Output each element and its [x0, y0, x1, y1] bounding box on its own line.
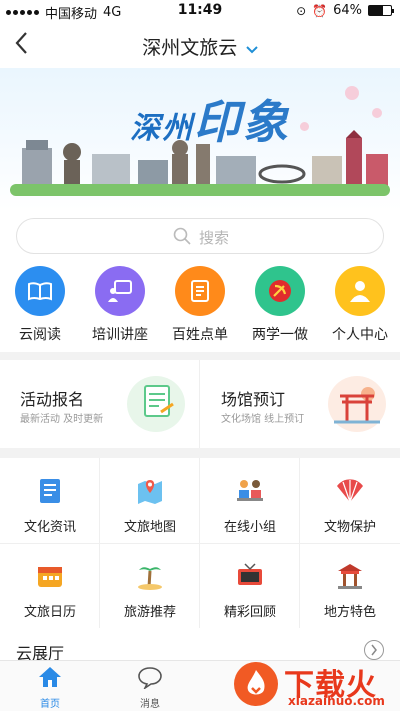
quick-item-label: 云阅读 — [19, 327, 61, 343]
battery-percent: 64% — [333, 3, 362, 18]
venue-booking-card[interactable]: 场馆预订 文化场馆 线上预订 — [201, 360, 400, 448]
search-placeholder: 搜索 — [199, 229, 230, 247]
page-title: 深州文旅云 — [142, 37, 238, 59]
map-icon — [135, 476, 165, 506]
alarm-icon: ⏰ — [312, 3, 328, 18]
grid-item-label: 文旅日历 — [23, 605, 76, 620]
watermark-url: xiazaihuo.com — [288, 694, 385, 708]
card-subtitle: 最新活动 及时更新 — [20, 414, 104, 425]
grid-item-label: 文物保护 — [323, 520, 376, 535]
activity-signup-card[interactable]: 活动报名 最新活动 及时更新 — [0, 360, 199, 448]
watermark: 下载火 xiazaihuo.com — [230, 658, 400, 711]
tv-icon — [235, 561, 265, 591]
grass-decoration — [10, 184, 390, 196]
search-icon — [173, 227, 191, 245]
grid-item-online-groups[interactable]: 在线小组 — [200, 458, 300, 543]
quick-item-label: 百姓点单 — [172, 327, 228, 343]
search-bar[interactable]: 搜索 — [16, 218, 384, 254]
quick-item-label: 两学一做 — [252, 327, 308, 343]
grid-item-label: 旅游推荐 — [123, 605, 176, 620]
tab-home[interactable]: 首页 — [20, 665, 80, 710]
battery-icon — [368, 5, 394, 16]
torii-gate-icon — [328, 376, 386, 432]
quick-item-label: 个人中心 — [332, 327, 388, 343]
tab-label: 消息 — [140, 699, 160, 710]
grid-item-tourism-calendar[interactable]: 文旅日历 — [0, 543, 100, 628]
grid-item-highlights[interactable]: 精彩回顾 — [200, 543, 300, 628]
quick-item-training[interactable]: 培训讲座 — [80, 266, 160, 344]
card-title: 活动报名 — [20, 390, 85, 409]
grid-item-label: 在线小组 — [223, 520, 276, 535]
site-switcher[interactable]: 深州文旅云 — [0, 33, 400, 60]
order-icon — [175, 266, 225, 316]
cloud-exhibition-header: 云展厅 — [0, 630, 400, 663]
blossom-decoration — [345, 86, 359, 100]
fan-icon — [335, 476, 365, 506]
chevron-right-icon — [371, 644, 377, 656]
grid-item-travel-picks[interactable]: 旅游推荐 — [100, 543, 200, 628]
card-subtitle: 文化场馆 线上预订 — [221, 414, 305, 425]
feature-grid: 文化资讯 文旅地图 在线小组 文物保护 文旅日历 旅游推荐 精彩回顾 地方特色 — [0, 458, 400, 628]
feature-cards: 活动报名 最新活动 及时更新 场馆预订 文化场馆 线上预订 — [0, 360, 400, 448]
group-icon — [235, 476, 265, 506]
card-separator — [199, 360, 200, 448]
chat-bubble-icon — [138, 667, 162, 691]
grid-item-culture-news[interactable]: 文化资讯 — [0, 458, 100, 543]
quick-menu: 云阅读 培训讲座 百姓点单 两学一做 个人中心 — [0, 266, 400, 350]
more-button[interactable] — [364, 640, 384, 660]
book-icon — [15, 266, 65, 316]
grid-item-local-specialties[interactable]: 地方特色 — [300, 543, 400, 628]
tab-messages[interactable]: 消息 — [120, 665, 180, 710]
quick-item-label: 培训讲座 — [92, 327, 148, 343]
news-icon — [35, 476, 65, 506]
signup-form-icon — [127, 376, 185, 432]
calendar-icon — [35, 561, 65, 591]
grid-item-label: 文化资讯 — [23, 520, 76, 535]
pavilion-icon — [335, 561, 365, 591]
nav-bar: 深州文旅云 — [0, 22, 400, 68]
user-icon — [335, 266, 385, 316]
status-bar: 中国移动 4G 11:49 ⊙ ⏰ 64% — [0, 0, 400, 22]
grid-item-label: 地方特色 — [323, 605, 376, 620]
quick-item-public-order[interactable]: 百姓点单 — [160, 266, 240, 344]
section-divider — [0, 352, 400, 360]
blossom-decoration — [372, 108, 382, 118]
landmarks-illustration — [22, 130, 388, 186]
quick-item-personal-center[interactable]: 个人中心 — [320, 266, 400, 344]
section-divider — [0, 448, 400, 458]
grid-item-relic-protection[interactable]: 文物保护 — [300, 458, 400, 543]
grid-item-tourism-map[interactable]: 文旅地图 — [100, 458, 200, 543]
grid-item-label: 文旅地图 — [123, 520, 176, 535]
flame-logo-icon — [234, 662, 278, 706]
lecture-icon — [95, 266, 145, 316]
palm-tree-icon — [135, 561, 165, 591]
rotation-lock-icon: ⊙ — [296, 3, 307, 18]
banner-carousel[interactable]: 深州印象 — [0, 68, 400, 210]
home-icon — [39, 667, 61, 687]
quick-item-party-study[interactable]: 两学一做 — [240, 266, 320, 344]
tab-label: 首页 — [40, 699, 60, 710]
grid-item-label: 精彩回顾 — [223, 605, 276, 620]
quick-item-cloud-reading[interactable]: 云阅读 — [0, 266, 80, 344]
card-title: 场馆预订 — [221, 390, 286, 409]
chevron-down-icon — [241, 42, 258, 58]
party-emblem-icon — [255, 266, 305, 316]
